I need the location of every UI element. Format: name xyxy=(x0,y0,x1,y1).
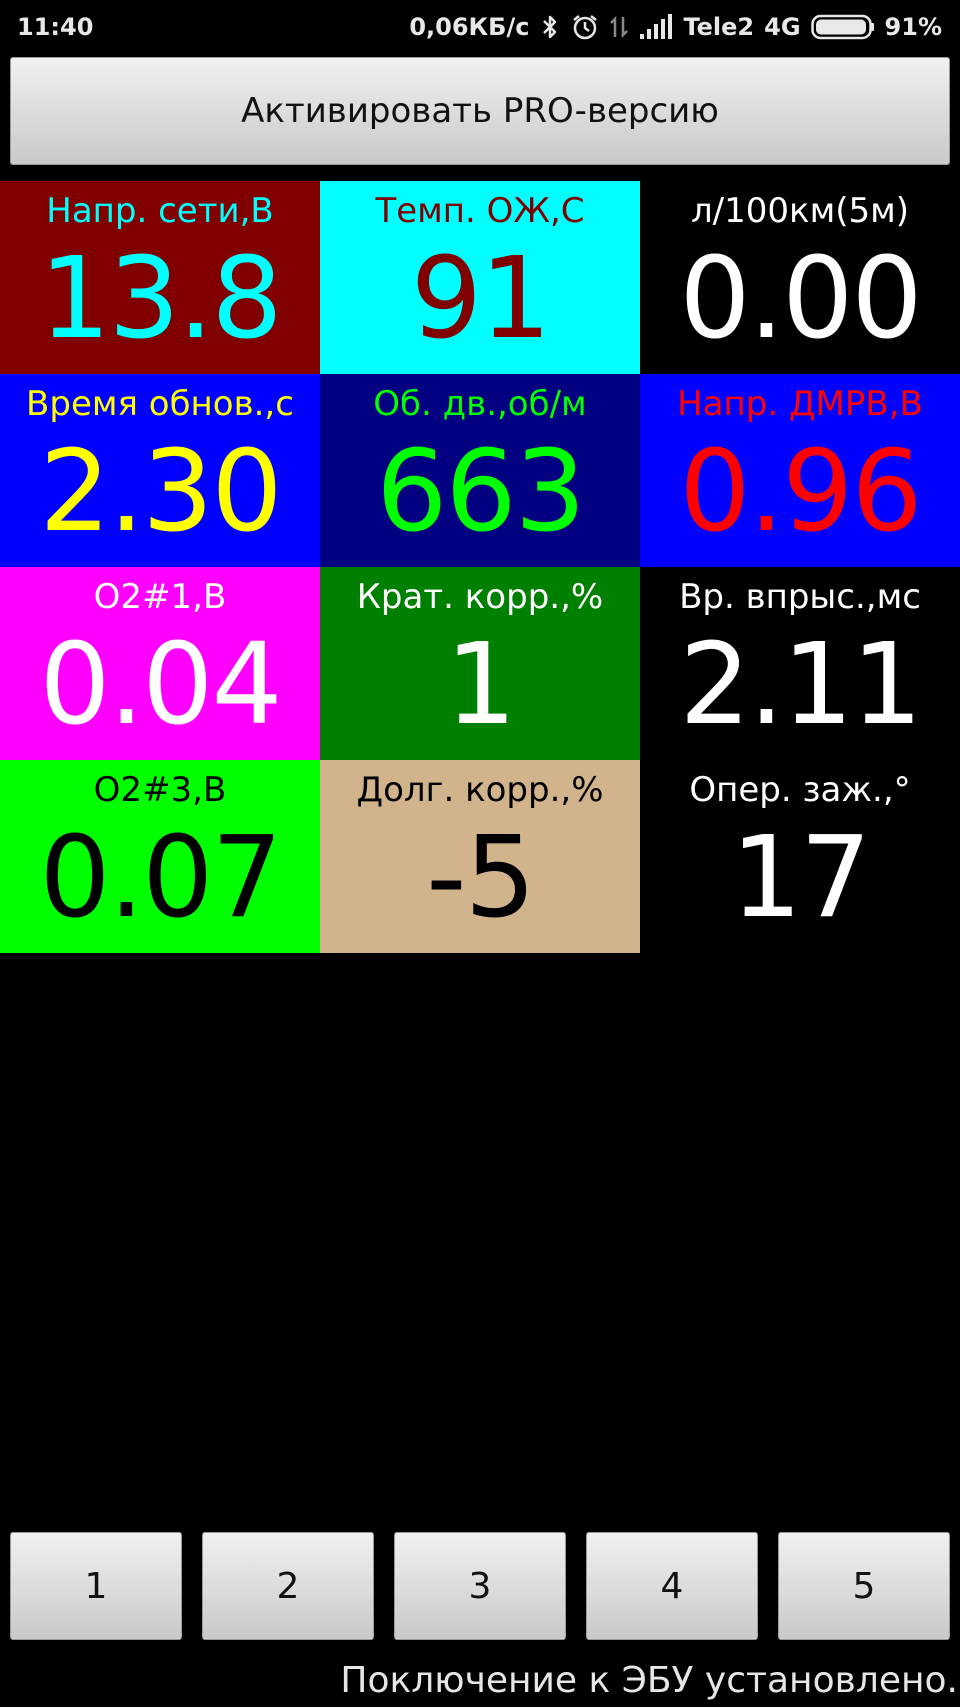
sensor-cell[interactable]: Темп. ОЖ,С 91 xyxy=(320,181,640,374)
sensor-label: Вр. впрыс.,мс xyxy=(679,577,921,617)
sensor-value: 2.30 xyxy=(39,427,282,557)
page-3-button[interactable]: 3 xyxy=(394,1532,566,1640)
sensor-label: O2#1,В xyxy=(93,577,227,617)
page-1-button[interactable]: 1 xyxy=(10,1532,182,1640)
sensor-label: Время обнов.,с xyxy=(26,384,294,424)
sensor-value: 0.00 xyxy=(679,234,922,364)
sensor-cell[interactable]: Опер. заж.,° 17 xyxy=(640,760,960,953)
sensor-label: Темп. ОЖ,С xyxy=(375,191,585,231)
sensor-label: л/100км(5м) xyxy=(690,191,910,231)
network-type: 4G xyxy=(764,13,801,41)
sensor-value: 13.8 xyxy=(39,234,282,364)
sensor-value: 0.04 xyxy=(39,620,282,750)
bluetooth-icon xyxy=(539,13,561,41)
sensor-cell[interactable]: Время обнов.,с 2.30 xyxy=(0,374,320,567)
sensor-value: 0.07 xyxy=(39,813,282,943)
sensor-cell[interactable]: Вр. впрыс.,мс 2.11 xyxy=(640,567,960,760)
sensor-value: 1 xyxy=(445,620,516,750)
sensor-label: O2#3,В xyxy=(93,770,227,810)
sensor-cell[interactable]: л/100км(5м) 0.00 xyxy=(640,181,960,374)
sensor-cell[interactable]: Напр. ДМРВ,В 0.96 xyxy=(640,374,960,567)
sensor-label: Напр. сети,В xyxy=(46,191,274,231)
sensor-value: 91 xyxy=(410,234,552,364)
page-buttons: 1 2 3 4 5 xyxy=(10,1532,950,1640)
alarm-icon xyxy=(571,13,599,41)
clock: 11:40 xyxy=(17,13,94,41)
data-arrows-icon xyxy=(609,13,629,41)
page-5-button[interactable]: 5 xyxy=(778,1532,950,1640)
sensor-value: 17 xyxy=(730,813,872,943)
battery-percent: 91% xyxy=(884,13,942,41)
status-right: 0,06КБ/с Tele2 4G 91% xyxy=(409,13,942,41)
status-bar: 11:40 0,06КБ/с Tele2 4G 91% xyxy=(0,0,960,54)
sensor-cell[interactable]: O2#1,В 0.04 xyxy=(0,567,320,760)
sensor-value: 663 xyxy=(376,427,586,557)
sensor-label: Опер. заж.,° xyxy=(689,770,911,810)
sensor-cell[interactable]: O2#3,В 0.07 xyxy=(0,760,320,953)
page-2-button[interactable]: 2 xyxy=(202,1532,374,1640)
sensor-label: Напр. ДМРВ,В xyxy=(677,384,923,424)
sensor-label: Об. дв.,об/м xyxy=(373,384,587,424)
sensor-cell[interactable]: Об. дв.,об/м 663 xyxy=(320,374,640,567)
sensor-label: Долг. корр.,% xyxy=(356,770,604,810)
connection-status: Поключение к ЭБУ установлено. xyxy=(340,1660,958,1701)
sensor-cell[interactable]: Крат. корр.,% 1 xyxy=(320,567,640,760)
sensor-value: 2.11 xyxy=(679,620,922,750)
signal-icon xyxy=(639,14,673,40)
battery-icon xyxy=(810,14,875,40)
activate-pro-button[interactable]: Активировать PRO-версию xyxy=(10,57,950,165)
sensor-grid: Напр. сети,В 13.8 Темп. ОЖ,С 91 л/100км(5м… xyxy=(0,181,960,953)
sensor-value: -5 xyxy=(426,813,536,943)
page-4-button[interactable]: 4 xyxy=(586,1532,758,1640)
carrier-name: Tele2 xyxy=(683,13,755,41)
network-speed: 0,06КБ/с xyxy=(409,13,530,41)
sensor-cell[interactable]: Долг. корр.,% -5 xyxy=(320,760,640,953)
sensor-label: Крат. корр.,% xyxy=(356,577,604,617)
sensor-cell[interactable]: Напр. сети,В 13.8 xyxy=(0,181,320,374)
sensor-value: 0.96 xyxy=(679,427,922,557)
